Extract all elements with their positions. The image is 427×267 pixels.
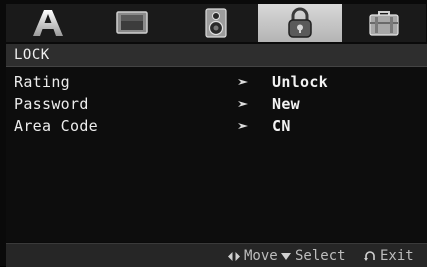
menu-item-value: CN — [272, 117, 291, 135]
tab-display[interactable] — [90, 4, 174, 42]
language-a-icon — [33, 10, 63, 36]
return-icon — [364, 251, 375, 261]
menu-item-value: Unlock — [272, 73, 328, 91]
speaker-icon — [205, 8, 227, 38]
section-title: LOCK — [14, 47, 50, 63]
briefcase-icon — [369, 11, 399, 36]
menu-item-value: New — [272, 95, 300, 113]
arrow-right-icon — [238, 123, 248, 129]
menu-item-label: Password — [14, 95, 89, 113]
hint-move: Move — [228, 248, 278, 264]
menu-row-area-code[interactable]: Area Code CN — [6, 115, 427, 137]
lock-settings-list: Rating Unlock Password New Area Code CN — [6, 67, 427, 242]
display-icon — [116, 11, 148, 34]
hint-select-label: Select — [295, 248, 346, 264]
navigation-hint-bar: Move Select Exit — [6, 243, 427, 267]
hint-select: Select — [281, 248, 346, 264]
tab-language[interactable] — [6, 4, 90, 42]
down-arrow-icon — [281, 252, 291, 260]
menu-row-password[interactable]: Password New — [6, 93, 427, 115]
hint-exit-label: Exit — [380, 248, 414, 264]
menu-item-label: Area Code — [14, 117, 98, 135]
menu-row-rating[interactable]: Rating Unlock — [6, 71, 427, 93]
lock-icon — [288, 7, 312, 38]
menu-item-label: Rating — [14, 73, 70, 91]
setup-menu-screen: LOCK Rating Unlock Password New Area Cod… — [0, 0, 427, 267]
left-right-arrows-icon — [228, 251, 240, 261]
hint-move-label: Move — [244, 248, 278, 264]
category-tab-bar — [6, 4, 427, 42]
arrow-right-icon — [238, 79, 248, 85]
tab-lock[interactable] — [258, 4, 342, 42]
hint-exit: Exit — [364, 248, 414, 264]
arrow-right-icon — [238, 101, 248, 107]
tab-audio[interactable] — [174, 4, 258, 42]
tab-others[interactable] — [342, 4, 426, 42]
section-header-bar: LOCK — [6, 44, 427, 67]
